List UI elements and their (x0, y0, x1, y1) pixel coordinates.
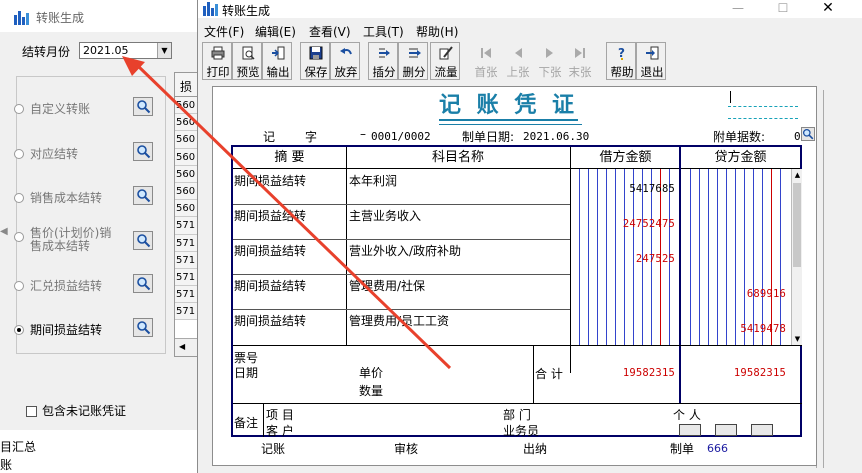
arrow-shaft (136, 64, 452, 370)
arrow-head (122, 56, 145, 76)
annotation-arrow (122, 56, 452, 370)
